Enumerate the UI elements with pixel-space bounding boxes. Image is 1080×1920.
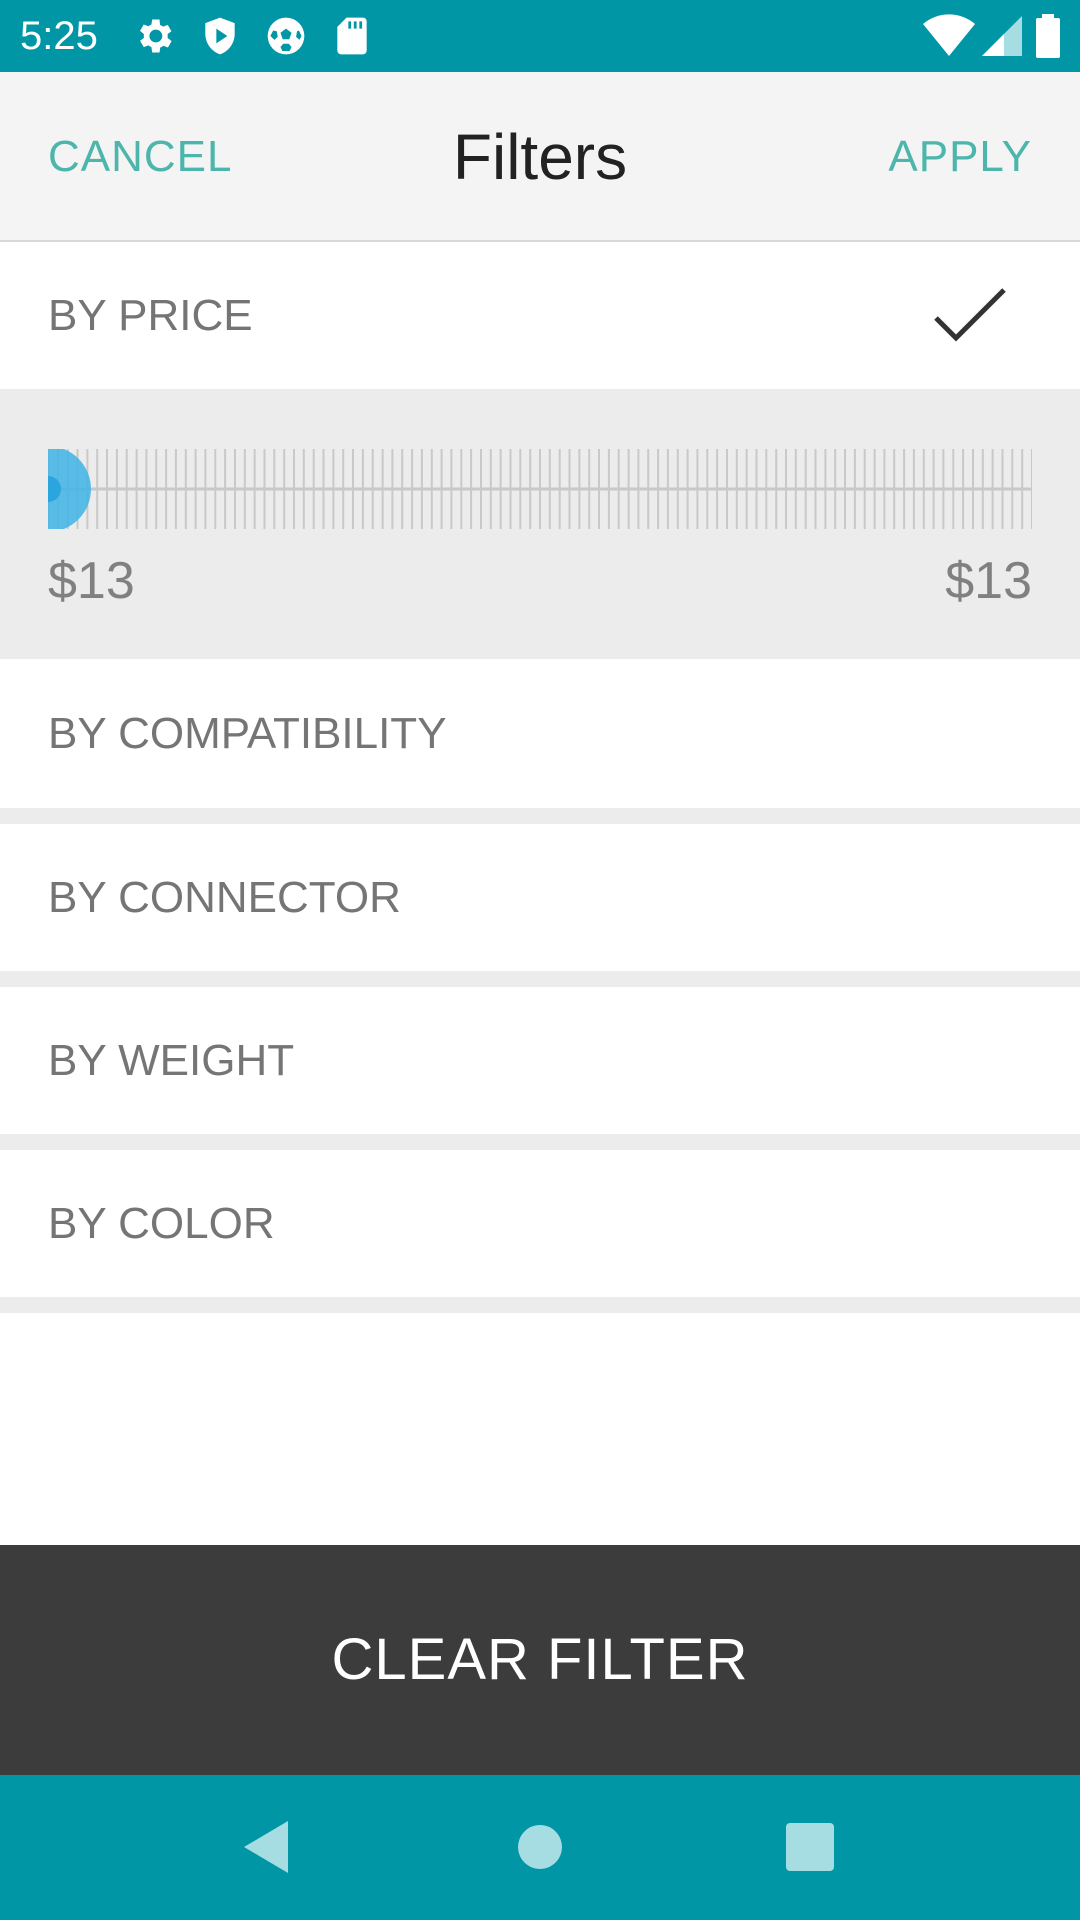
filter-row-price[interactable]: BY PRICE [0,242,1080,390]
filter-label-weight: BY WEIGHT [48,1036,295,1085]
slider-ticks [48,449,1032,529]
checkmark-icon [930,284,1010,348]
filter-label-price: BY PRICE [48,291,253,340]
price-range-slider[interactable] [48,449,1032,529]
home-icon[interactable] [508,1815,572,1879]
sd-card-icon [330,14,374,58]
recents-icon[interactable] [778,1815,842,1879]
signal-icon [980,14,1024,58]
back-icon[interactable] [236,1815,300,1879]
apply-button[interactable]: APPLY [888,132,1032,182]
filter-row-weight[interactable]: BY WEIGHT [0,987,1080,1135]
clear-filter-button[interactable]: CLEAR FILTER [0,1545,1080,1775]
status-bar: 5:25 [0,0,1080,72]
divider [0,971,1080,987]
filter-label-connector: BY CONNECTOR [48,873,401,922]
battery-icon [1034,14,1062,58]
shield-play-icon [198,14,242,58]
filters-header: CANCEL Filters APPLY [0,72,1080,242]
gear-icon [132,14,176,58]
price-max-label: $13 [945,552,1032,610]
status-time: 5:25 [20,14,98,58]
wifi-icon [922,14,976,58]
soccer-ball-icon [264,14,308,58]
divider [0,1134,1080,1150]
navigation-bar [0,1775,1080,1920]
divider [0,808,1080,824]
filter-row-connector[interactable]: BY CONNECTOR [0,824,1080,972]
price-range-panel: $13 $13 [0,389,1080,659]
filter-row-color[interactable]: BY COLOR [0,1150,1080,1298]
price-min-label: $13 [48,552,135,610]
divider [0,1297,1080,1313]
filter-label-compatibility: BY COMPATIBILITY [48,709,447,758]
filter-row-compatibility[interactable]: BY COMPATIBILITY [0,660,1080,808]
filter-label-color: BY COLOR [48,1199,275,1248]
